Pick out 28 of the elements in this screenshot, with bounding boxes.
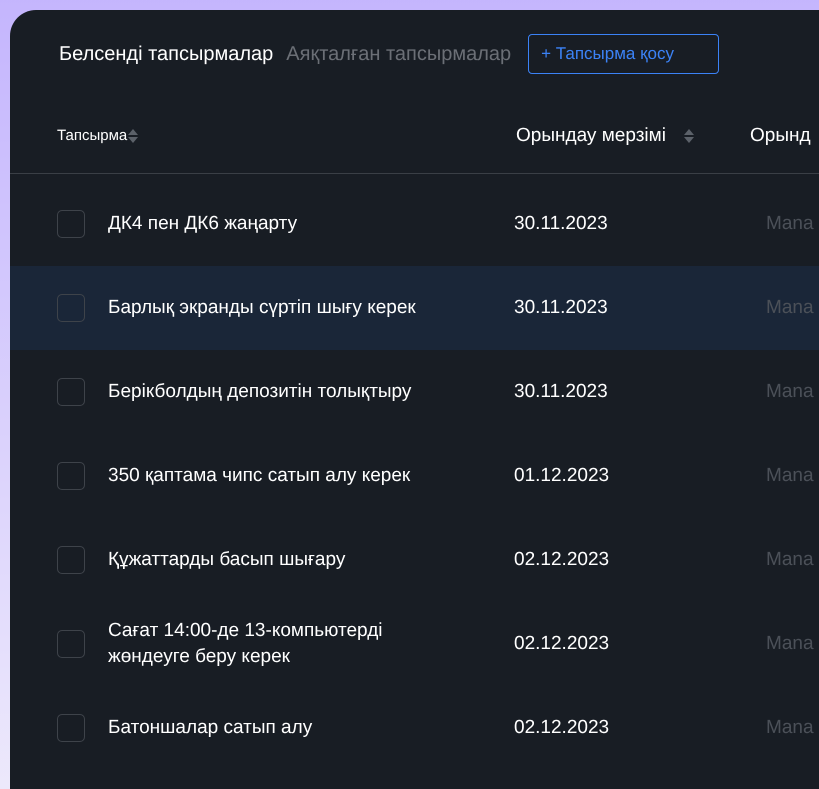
due-date: 02.12.2023	[514, 633, 610, 655]
task-text: Сағат 14:00-де 13-компьютерді жөндеуге беру керек	[108, 619, 384, 669]
checkbox[interactable]	[57, 294, 85, 322]
due-date: 02.12.2023	[514, 717, 610, 739]
due-date: 01.12.2023	[514, 465, 610, 487]
task-text: Берікболдың депозитін толықтыру	[108, 380, 412, 404]
task-text: Батоншалар сатып алу	[108, 716, 314, 740]
sort-icon[interactable]	[128, 128, 138, 144]
add-task-button[interactable]: + Тапсырма қосу	[528, 34, 720, 74]
column-header: Орындау мерзімі	[516, 124, 666, 146]
checkbox[interactable]	[57, 462, 85, 490]
due-date: 02.12.2023	[514, 549, 610, 571]
column-header: Тапсырма	[57, 127, 128, 144]
task-text: ДК4 пен ДК6 жаңарту	[108, 212, 298, 236]
due-date: 30.11.2023	[514, 381, 609, 403]
checkbox[interactable]	[57, 630, 85, 658]
checkbox[interactable]	[57, 546, 85, 574]
task-text: Барлық экранды сүртіп шығу керек	[108, 296, 417, 320]
column-header: Орынд	[750, 124, 811, 146]
checkbox[interactable]	[57, 714, 85, 742]
due-date: 30.11.2023	[514, 297, 609, 319]
sort-icon[interactable]	[684, 128, 694, 144]
checkbox[interactable]	[57, 210, 85, 238]
task-text: Құжаттарды басып шығару	[108, 548, 346, 572]
tab[interactable]: Белсенді тапсырмалар	[59, 42, 278, 66]
due-date: 30.11.2023	[514, 213, 609, 235]
task-text: 350 қаптама чипс сатып алу керек	[108, 464, 412, 488]
checkbox[interactable]	[57, 378, 85, 406]
